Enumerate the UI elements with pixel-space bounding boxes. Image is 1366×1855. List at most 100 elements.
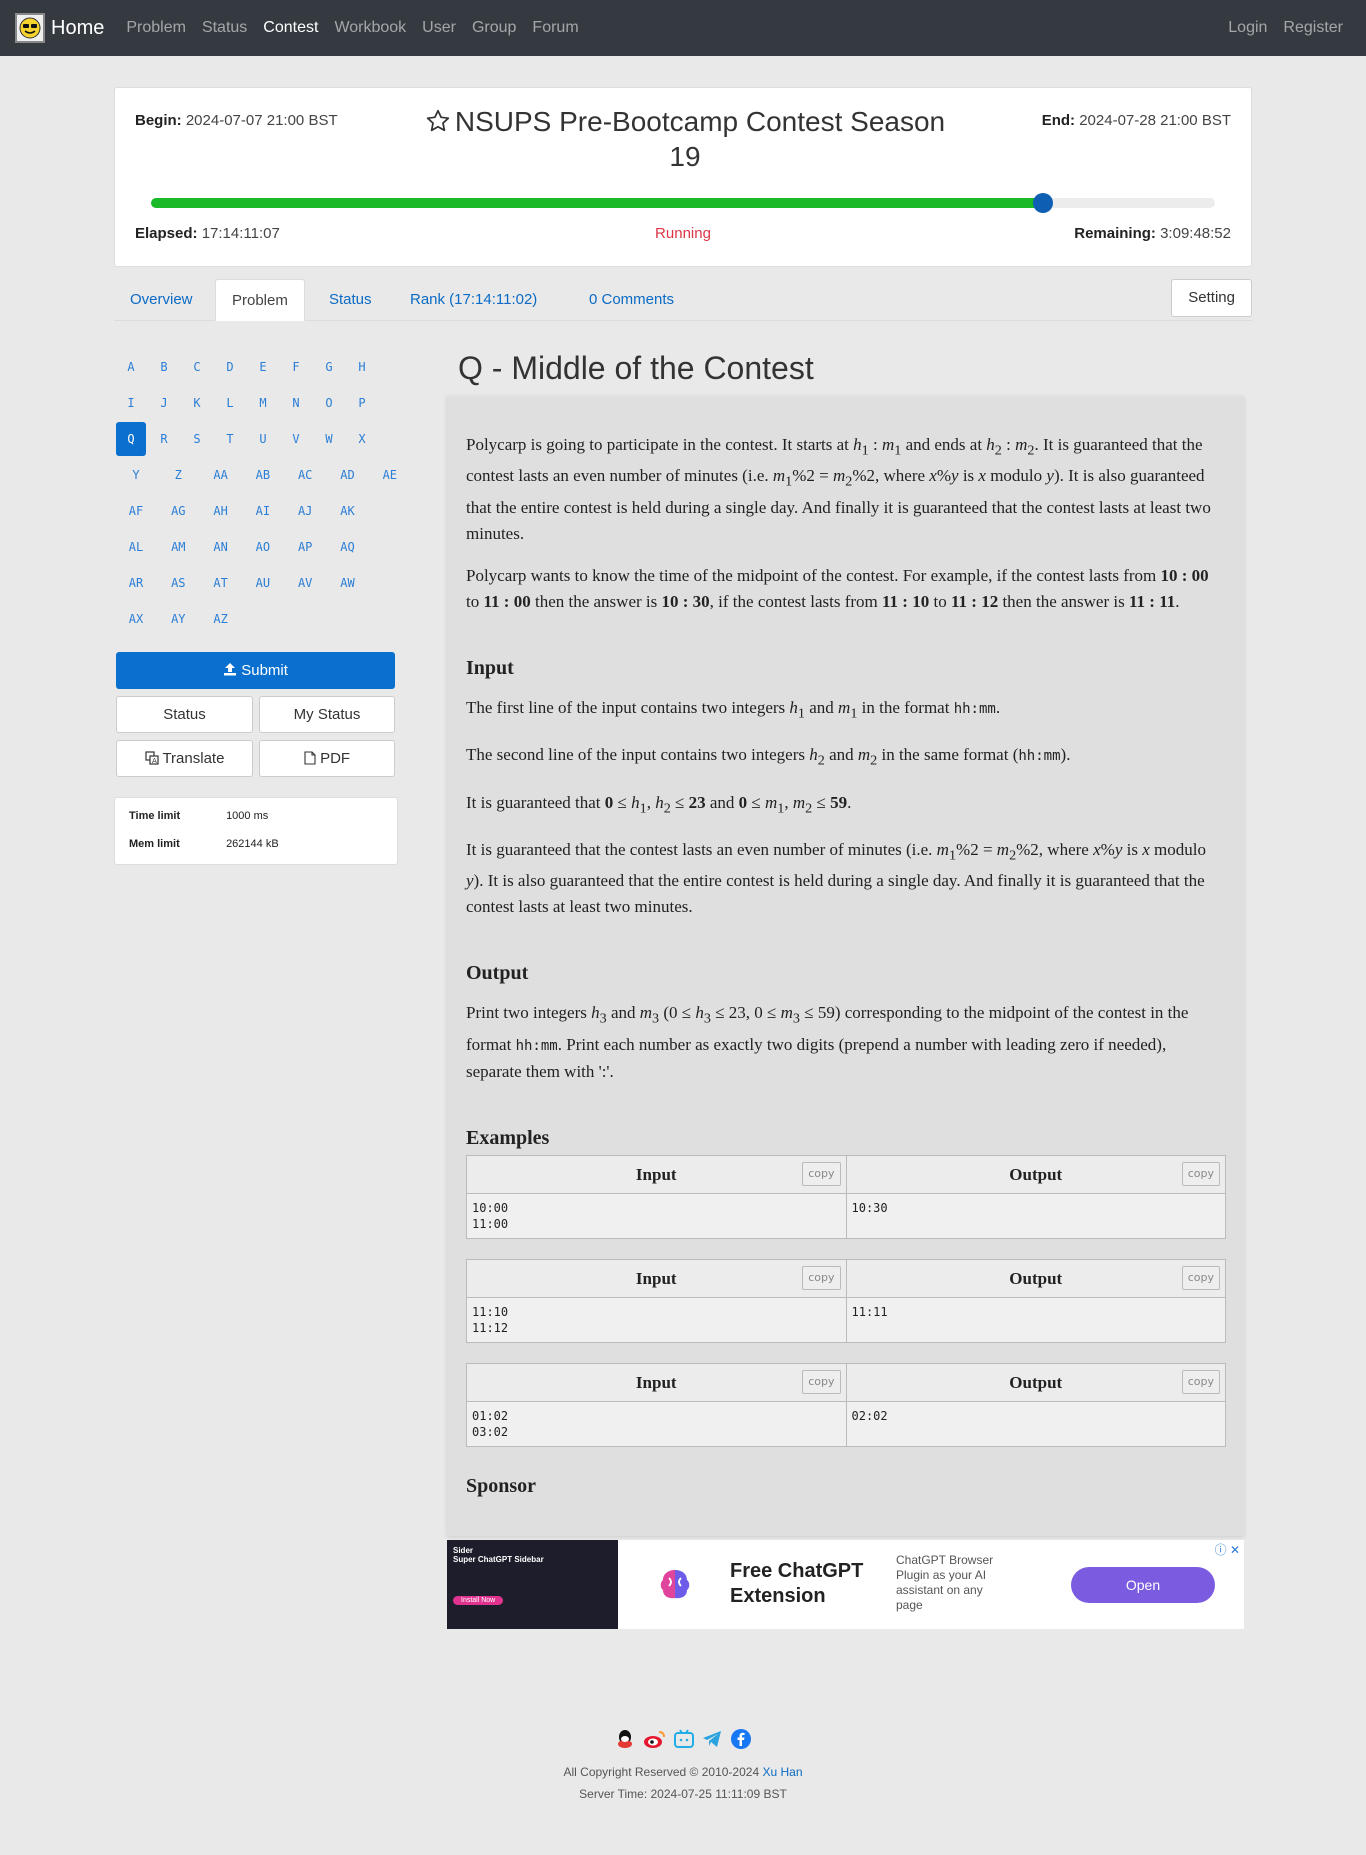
problem-letter-an[interactable]: AN: [201, 530, 241, 564]
example-table: Input copy Output copy 11:10 11:12 11:11: [466, 1258, 1226, 1343]
problem-letter-as[interactable]: AS: [158, 566, 198, 600]
register-link[interactable]: Register: [1275, 19, 1351, 37]
problem-letter-z[interactable]: Z: [158, 458, 198, 492]
problem-letter-x[interactable]: X: [347, 422, 377, 456]
problem-letter-ar[interactable]: AR: [116, 566, 156, 600]
translate-button[interactable]: A Translate: [116, 740, 253, 777]
ad-thumb-subtitle: Super ChatGPT Sidebar: [453, 1555, 544, 1564]
problem-letter-ay[interactable]: AY: [158, 602, 198, 636]
contest-progress-bar: [151, 193, 1215, 213]
example-output-header: Output copy: [847, 1260, 1226, 1297]
qq-icon[interactable]: [614, 1728, 636, 1755]
problem-letter-j[interactable]: J: [149, 386, 179, 420]
nav-forum[interactable]: Forum: [524, 19, 586, 37]
tab-comments[interactable]: 0 Comments: [573, 279, 690, 321]
example-body: 11:10 11:12 11:11: [467, 1297, 1225, 1342]
problem-letter-w[interactable]: W: [314, 422, 344, 456]
pdf-label: PDF: [320, 750, 351, 767]
facebook-icon[interactable]: [730, 1728, 752, 1755]
problem-letter-av[interactable]: AV: [285, 566, 325, 600]
problem-letter-ax[interactable]: AX: [116, 602, 156, 636]
copy-output-button[interactable]: copy: [1181, 1369, 1220, 1394]
limits-panel: Time limit 1000 ms Mem limit 262144 kB: [114, 797, 398, 865]
problem-letter-q[interactable]: Q: [116, 422, 146, 456]
problem-letter-b[interactable]: B: [149, 350, 179, 384]
nav-contest[interactable]: Contest: [255, 19, 326, 37]
bilibili-icon[interactable]: [673, 1728, 695, 1755]
star-icon[interactable]: [425, 108, 451, 141]
copy-output-button[interactable]: copy: [1181, 1265, 1220, 1290]
pdf-button[interactable]: PDF: [259, 740, 395, 777]
problem-letter-t[interactable]: T: [215, 422, 245, 456]
problem-letter-am[interactable]: AM: [158, 530, 198, 564]
problem-letter-aj[interactable]: AJ: [285, 494, 325, 528]
problem-letter-az[interactable]: AZ: [201, 602, 241, 636]
problem-letter-f[interactable]: F: [281, 350, 311, 384]
problem-letter-ad[interactable]: AD: [328, 458, 368, 492]
problem-letter-aw[interactable]: AW: [328, 566, 368, 600]
status-button[interactable]: Status: [116, 696, 253, 733]
problem-letter-e[interactable]: E: [248, 350, 278, 384]
progress-slider-handle[interactable]: [1032, 193, 1053, 213]
problem-letter-p[interactable]: P: [347, 386, 377, 420]
author-link[interactable]: Xu Han: [762, 1765, 802, 1779]
example-table: Input copy Output copy 10:00 11:00 10:30: [466, 1154, 1226, 1239]
tab-overview[interactable]: Overview: [114, 279, 209, 321]
problem-letter-ae[interactable]: AE: [370, 458, 410, 492]
problem-letter-m[interactable]: M: [248, 386, 278, 420]
problem-letter-ac[interactable]: AC: [285, 458, 325, 492]
problem-letter-ai[interactable]: AI: [243, 494, 283, 528]
nav-user[interactable]: User: [414, 19, 464, 37]
copy-input-button[interactable]: copy: [802, 1265, 841, 1290]
problem-letter-g[interactable]: G: [314, 350, 344, 384]
login-link[interactable]: Login: [1220, 19, 1275, 37]
weibo-icon[interactable]: [643, 1728, 667, 1755]
ad-open-button[interactable]: Open: [1071, 1567, 1215, 1603]
problem-letter-ak[interactable]: AK: [328, 494, 368, 528]
tab-problem[interactable]: Problem: [215, 279, 305, 321]
problem-letter-o[interactable]: O: [314, 386, 344, 420]
nav-group[interactable]: Group: [464, 19, 524, 37]
nav-status[interactable]: Status: [194, 19, 255, 37]
problem-letter-s[interactable]: S: [182, 422, 212, 456]
problem-letter-r[interactable]: R: [149, 422, 179, 456]
problem-letter-d[interactable]: D: [215, 350, 245, 384]
problem-letter-at[interactable]: AT: [201, 566, 241, 600]
my-status-button[interactable]: My Status: [259, 696, 395, 733]
problem-letter-h[interactable]: H: [347, 350, 377, 384]
ad-choices-icon[interactable]: ⓘ ✕: [1215, 1541, 1240, 1558]
sponsor-ad[interactable]: Sider Super ChatGPT Sidebar Install Now …: [447, 1540, 1244, 1629]
tab-rank[interactable]: Rank (17:14:11:02): [394, 279, 553, 321]
problem-letter-ab[interactable]: AB: [243, 458, 283, 492]
submit-button[interactable]: Submit: [116, 652, 395, 689]
problem-letter-k[interactable]: K: [182, 386, 212, 420]
copy-output-button[interactable]: copy: [1181, 1161, 1220, 1186]
problem-letter-ap[interactable]: AP: [285, 530, 325, 564]
tab-status[interactable]: Status: [313, 279, 388, 321]
problem-letter-al[interactable]: AL: [116, 530, 156, 564]
problem-letter-aa[interactable]: AA: [201, 458, 241, 492]
telegram-icon[interactable]: [701, 1728, 723, 1755]
nav-workbook[interactable]: Workbook: [326, 19, 414, 37]
copy-input-button[interactable]: copy: [802, 1369, 841, 1394]
problem-letter-a[interactable]: A: [116, 350, 146, 384]
problem-letter-ag[interactable]: AG: [158, 494, 198, 528]
problem-letter-v[interactable]: V: [281, 422, 311, 456]
problem-letter-l[interactable]: L: [215, 386, 245, 420]
problem-letter-au[interactable]: AU: [243, 566, 283, 600]
end-time: 2024-07-28 21:00 BST: [1079, 112, 1231, 129]
problem-letter-n[interactable]: N: [281, 386, 311, 420]
copy-input-button[interactable]: copy: [802, 1161, 841, 1186]
input-paragraph: The first line of the input contains two…: [466, 697, 1001, 722]
brand-home-link[interactable]: Home: [15, 13, 104, 43]
problem-letter-ah[interactable]: AH: [201, 494, 241, 528]
problem-letter-u[interactable]: U: [248, 422, 278, 456]
problem-letter-af[interactable]: AF: [116, 494, 156, 528]
setting-button[interactable]: Setting: [1171, 279, 1252, 317]
problem-letter-aq[interactable]: AQ: [328, 530, 368, 564]
nav-problem[interactable]: Problem: [118, 19, 194, 37]
problem-letter-ao[interactable]: AO: [243, 530, 283, 564]
problem-letter-y[interactable]: Y: [116, 458, 156, 492]
problem-letter-c[interactable]: C: [182, 350, 212, 384]
problem-letter-i[interactable]: I: [116, 386, 146, 420]
